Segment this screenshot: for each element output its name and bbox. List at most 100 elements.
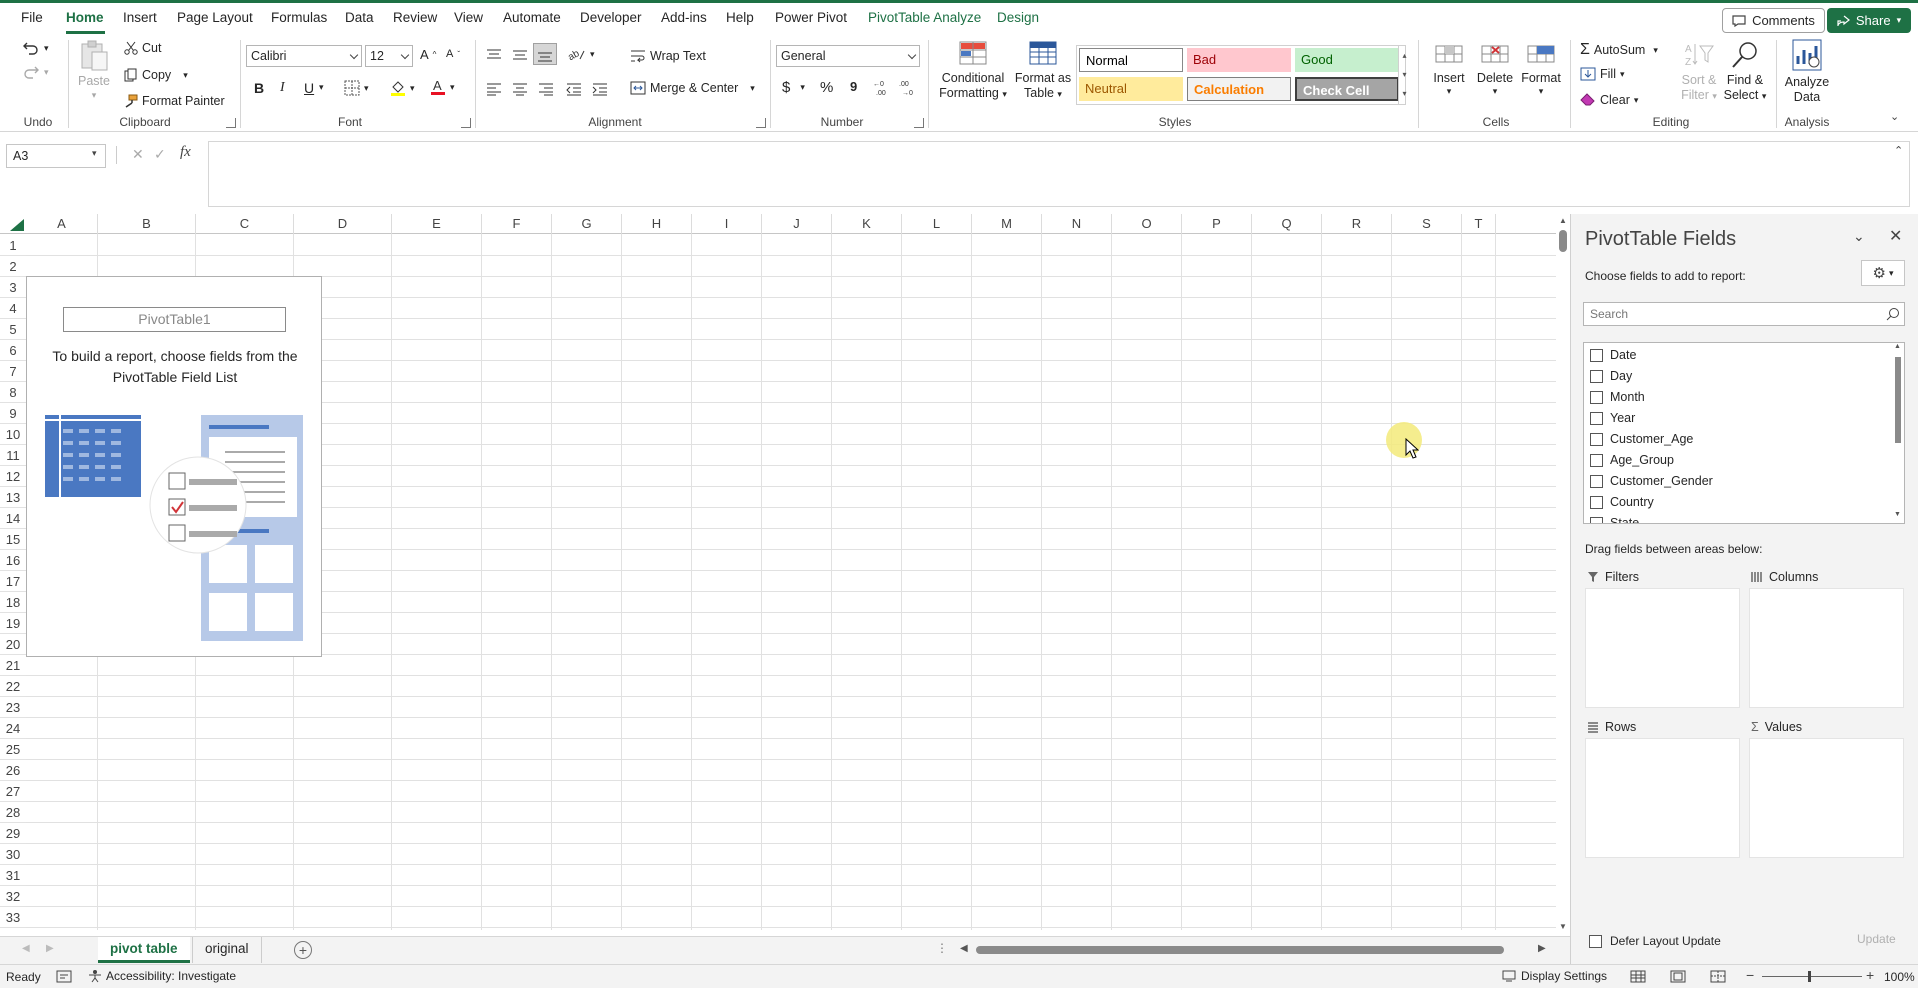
row-header-7[interactable]: 7 (0, 361, 26, 382)
row-header-24[interactable]: 24 (0, 718, 26, 739)
zoom-slider-thumb[interactable] (1808, 971, 1811, 982)
column-header-r[interactable]: R (1322, 214, 1392, 234)
conditional-formatting-button[interactable]: Conditional Formatting ▾ (936, 40, 1010, 102)
row-header-18[interactable]: 18 (0, 592, 26, 613)
alignment-dialog-launcher[interactable] (756, 118, 766, 128)
field-checkbox[interactable] (1590, 411, 1603, 425)
clipboard-dialog-launcher[interactable] (226, 118, 236, 128)
accessibility-checker[interactable]: Accessibility: Investigate (88, 969, 236, 983)
scroll-down-icon[interactable]: ▼ (1559, 922, 1567, 931)
insert-function-button[interactable]: fx (180, 144, 191, 161)
field-checkbox[interactable] (1590, 453, 1603, 467)
field-checkbox[interactable] (1590, 474, 1603, 488)
row-header-1[interactable]: 1 (0, 235, 26, 256)
column-header-h[interactable]: H (622, 214, 692, 234)
tab-developer[interactable]: Developer (580, 10, 642, 25)
font-color-button[interactable]: A ▾ (430, 78, 455, 96)
align-middle-icon[interactable] (512, 48, 528, 62)
chevron-down-icon[interactable]: ▾ (92, 148, 97, 159)
italic-button[interactable]: I (280, 80, 285, 96)
field-checkbox[interactable] (1590, 348, 1603, 362)
increase-decimal-icon[interactable]: ←0.00 (872, 78, 894, 98)
style-normal[interactable]: Normal (1079, 48, 1183, 72)
macro-record-icon[interactable] (56, 970, 72, 983)
tab-pivottable-analyze[interactable]: PivotTable Analyze (868, 10, 981, 25)
horizontal-scroll-thumb[interactable] (976, 946, 1504, 954)
column-header-d[interactable]: D (294, 214, 392, 234)
align-top-icon[interactable] (486, 48, 502, 62)
comma-button[interactable]: 9 (850, 79, 857, 94)
row-header-3[interactable]: 3 (0, 277, 26, 298)
row-header-32[interactable]: 32 (0, 886, 26, 907)
fill-color-button[interactable]: ▾ (390, 79, 415, 97)
field-item[interactable]: Country (1590, 492, 1654, 512)
tab-add-ins[interactable]: Add-ins (661, 10, 707, 25)
field-item[interactable]: State (1590, 513, 1639, 523)
scroll-up-icon[interactable]: ▲ (1894, 343, 1901, 350)
zoom-out-button[interactable]: − (1746, 967, 1754, 983)
tab-page-layout[interactable]: Page Layout (177, 10, 253, 25)
row-header-30[interactable]: 30 (0, 844, 26, 865)
column-header-j[interactable]: J (762, 214, 832, 234)
row-header-27[interactable]: 27 (0, 781, 26, 802)
sort-filter-button[interactable]: AZ Sort & Filter ▾ (1676, 40, 1722, 104)
column-header-e[interactable]: E (392, 214, 482, 234)
field-item[interactable]: Year (1590, 408, 1635, 428)
sheet-tab-original[interactable]: original (192, 937, 262, 963)
collapse-ribbon-icon[interactable]: ⌄ (1890, 110, 1899, 123)
row-header-12[interactable]: 12 (0, 466, 26, 487)
row-header-13[interactable]: 13 (0, 487, 26, 508)
row-header-9[interactable]: 9 (0, 403, 26, 424)
row-header-21[interactable]: 21 (0, 655, 26, 676)
redo-button[interactable]: ▾ (22, 64, 49, 80)
formula-input[interactable] (208, 141, 1910, 207)
confirm-entry-icon[interactable]: ✓ (154, 146, 166, 163)
row-header-10[interactable]: 10 (0, 424, 26, 445)
number-format-select[interactable]: General (776, 45, 920, 67)
add-sheet-button[interactable]: + (294, 941, 312, 959)
row-header-6[interactable]: 6 (0, 340, 26, 361)
tab-design[interactable]: Design (997, 10, 1039, 25)
style-neutral[interactable]: Neutral (1079, 77, 1183, 101)
row-header-23[interactable]: 23 (0, 697, 26, 718)
field-list-settings-button[interactable]: ⚙ ▾ (1861, 260, 1905, 286)
column-header-o[interactable]: O (1112, 214, 1182, 234)
number-dialog-launcher[interactable] (914, 118, 924, 128)
chevron-down-icon[interactable]: ▾ (319, 82, 324, 93)
rows-drop-area[interactable] (1585, 738, 1740, 858)
merge-center-button[interactable]: Merge & Center ▾ (630, 81, 755, 95)
row-header-28[interactable]: 28 (0, 802, 26, 823)
display-settings-button[interactable]: Display Settings (1502, 969, 1607, 983)
row-header-33[interactable]: 33 (0, 907, 26, 928)
tab-data[interactable]: Data (345, 10, 374, 25)
percent-button[interactable]: % (820, 79, 833, 96)
format-painter-button[interactable]: Format Painter (124, 94, 225, 108)
font-size-select[interactable]: 12 (365, 45, 413, 67)
field-item[interactable]: Day (1590, 366, 1632, 386)
format-cells-button[interactable]: Format ▾ (1518, 40, 1564, 97)
cancel-entry-icon[interactable]: ✕ (132, 146, 144, 163)
row-header-20[interactable]: 20 (0, 634, 26, 655)
field-item[interactable]: Date (1590, 345, 1636, 365)
currency-button[interactable]: $ ▾ (782, 79, 805, 96)
row-header-16[interactable]: 16 (0, 550, 26, 571)
column-header-n[interactable]: N (1042, 214, 1112, 234)
column-header-t[interactable]: T (1462, 214, 1496, 234)
field-checkbox[interactable] (1590, 432, 1603, 446)
select-all-icon[interactable] (10, 219, 24, 231)
field-search-input[interactable]: Search (1583, 302, 1905, 326)
style-good[interactable]: Good (1295, 48, 1399, 72)
zoom-in-button[interactable]: + (1866, 967, 1874, 983)
paste-button[interactable]: Paste ▾ (78, 40, 110, 101)
orientation-button[interactable]: ab ▾ (568, 47, 595, 61)
field-checkbox[interactable] (1590, 390, 1603, 404)
tab-automate[interactable]: Automate (503, 10, 561, 25)
row-header-22[interactable]: 22 (0, 676, 26, 697)
row-header-11[interactable]: 11 (0, 445, 26, 466)
column-header-k[interactable]: K (832, 214, 902, 234)
zoom-level[interactable]: 100% (1884, 970, 1915, 984)
column-header-g[interactable]: G (552, 214, 622, 234)
comments-button[interactable]: Comments (1722, 8, 1825, 33)
next-sheet-icon[interactable]: ▶ (46, 943, 54, 954)
column-header-f[interactable]: F (482, 214, 552, 234)
